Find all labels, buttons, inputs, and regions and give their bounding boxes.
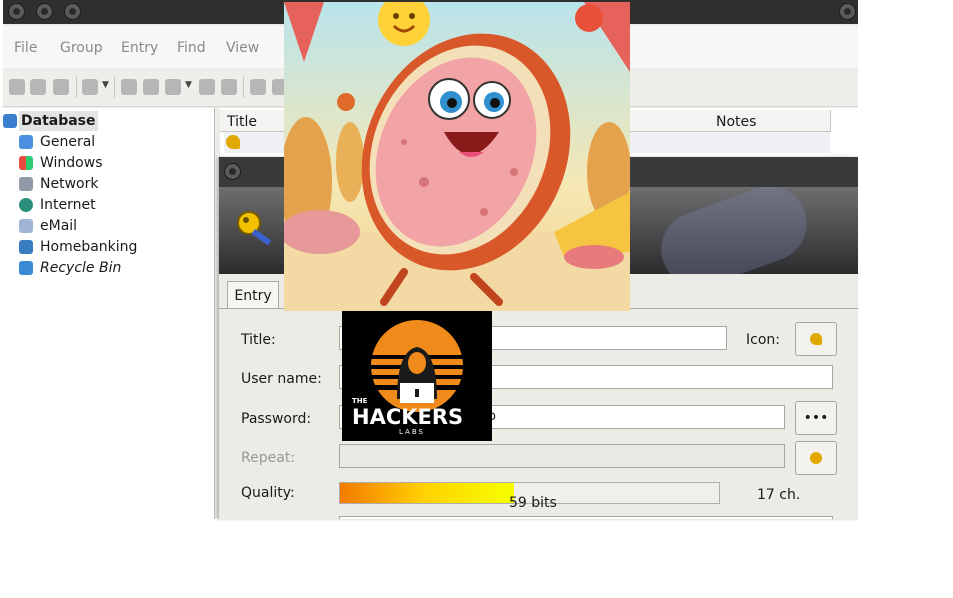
edit-entry-icon[interactable]: [143, 79, 159, 95]
menu-view[interactable]: View: [226, 40, 259, 56]
banner-decoration: [650, 187, 818, 274]
quality-label: Quality:: [241, 485, 295, 501]
tree-label: General: [40, 134, 96, 150]
window-maximize-button[interactable]: [64, 3, 81, 20]
toolbar-separator: [76, 76, 77, 98]
key-icon: [226, 135, 240, 149]
window-minimize-button[interactable]: [36, 3, 53, 20]
tree-label: Recycle Bin: [40, 260, 122, 276]
tree-label: Windows: [40, 155, 103, 171]
menu-entry[interactable]: Entry: [121, 40, 158, 56]
cartoon-ham-image: [284, 2, 630, 311]
menu-group[interactable]: Group: [60, 40, 103, 56]
show-password-button[interactable]: •••: [795, 401, 837, 435]
chevron-down-icon[interactable]: ▼: [102, 80, 109, 90]
logo-text-the: THE: [352, 397, 368, 405]
window-close-button[interactable]: [8, 3, 25, 20]
add-entry-icon[interactable]: [121, 79, 137, 95]
quality-chars: 17 ch.: [757, 487, 801, 503]
copy-username-icon[interactable]: [199, 79, 215, 95]
delete-entry-icon[interactable]: [165, 79, 181, 95]
chevron-down-icon[interactable]: ▼: [185, 80, 192, 90]
hackers-labs-logo: THE HACKERS LABS: [342, 311, 492, 441]
recycle-bin-icon: [19, 261, 33, 275]
window-extra-button[interactable]: [839, 3, 856, 20]
password-generator-icon: [810, 452, 822, 464]
tree-label: Internet: [40, 197, 96, 213]
password-label: Password:: [241, 411, 312, 427]
icon-label: Icon:: [746, 332, 780, 348]
group-tree: Database General Windows Network Interne…: [3, 108, 215, 519]
title-label: Title:: [241, 332, 276, 348]
menu-file[interactable]: File: [14, 40, 37, 56]
repeat-label: Repeat:: [241, 450, 295, 466]
quality-bar-fill: [340, 483, 514, 503]
save-database-icon[interactable]: [53, 79, 69, 95]
column-header-notes[interactable]: Notes: [709, 110, 831, 132]
icon-picker-button[interactable]: [795, 322, 837, 356]
tree-label: eMail: [40, 218, 78, 234]
tree-label: Network: [40, 176, 99, 192]
folder-icon: [3, 114, 17, 128]
generate-password-button[interactable]: [795, 441, 837, 475]
lock-icon[interactable]: [82, 79, 98, 95]
menu-find[interactable]: Find: [177, 40, 206, 56]
network-icon: [19, 177, 33, 191]
toolbar-separator: [243, 76, 244, 98]
search-icon[interactable]: [250, 79, 266, 95]
username-label: User name:: [241, 371, 322, 387]
mail-icon: [19, 219, 33, 233]
open-database-icon[interactable]: [30, 79, 46, 95]
url-field[interactable]: [339, 516, 833, 519]
tree-label: Homebanking: [40, 239, 138, 255]
folder-icon: [19, 135, 33, 149]
repeat-password-field[interactable]: [339, 444, 785, 468]
toolbar-separator: [114, 76, 115, 98]
windows-icon: [19, 156, 33, 170]
key-icon: [237, 211, 272, 246]
logo-text-hackers: HACKERS: [352, 405, 464, 429]
globe-icon: [19, 198, 33, 212]
logo-text-labs: LABS: [399, 428, 425, 436]
tree-label: Database: [19, 111, 98, 131]
dialog-close-button[interactable]: [224, 163, 241, 180]
quality-bits: 59 bits: [509, 495, 557, 511]
copy-password-icon[interactable]: [221, 79, 237, 95]
new-database-icon[interactable]: [9, 79, 25, 95]
cartoon-ham-illustration: [284, 2, 630, 311]
tab-entry[interactable]: Entry: [227, 281, 279, 309]
percent-icon: [19, 240, 33, 254]
key-icon: [810, 333, 822, 345]
